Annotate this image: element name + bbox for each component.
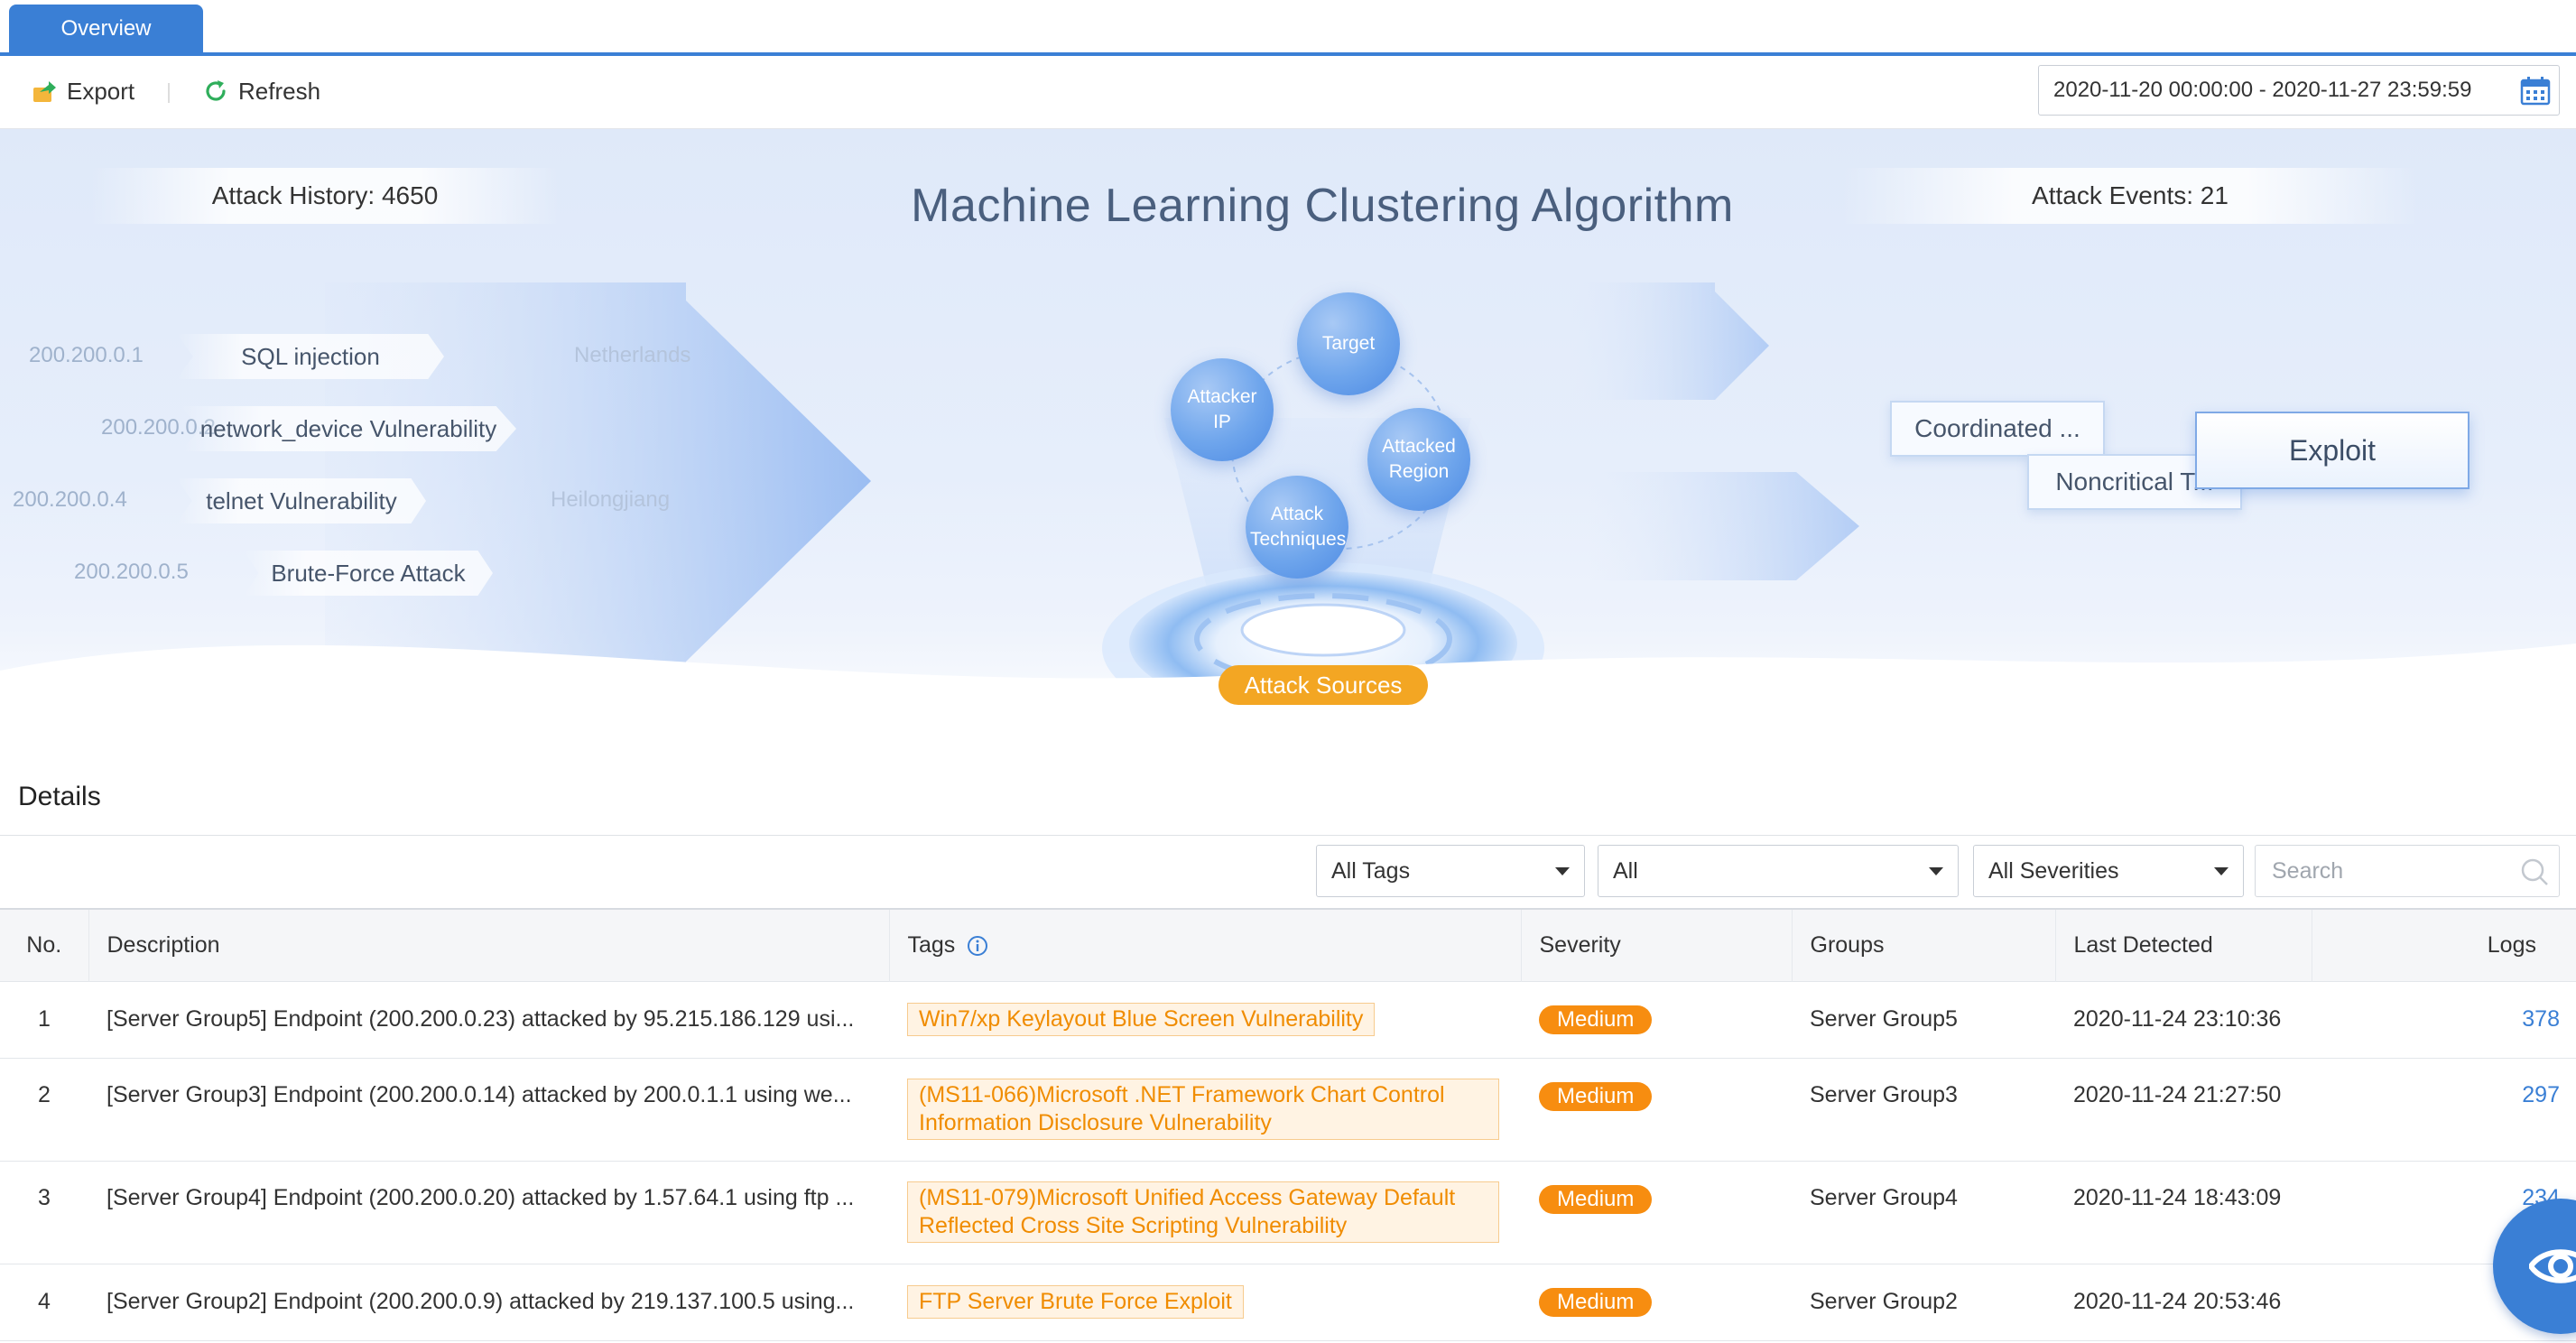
severity-filter-value: All Severities [1988, 857, 2119, 884]
event-exploit[interactable]: Exploit [2195, 412, 2469, 489]
region-label-4: Heilongjiang [551, 487, 671, 512]
attack-history-count: Attack History: 4650 [90, 168, 560, 224]
row-description[interactable]: [Server Group5] Endpoint (200.200.0.23) … [88, 981, 889, 1059]
column-header-severity[interactable]: Severity [1521, 909, 1793, 981]
column-header-tags-label: Tags [907, 931, 956, 958]
date-range-picker[interactable]: 2020-11-20 00:00:00 - 2020-11-27 23:59:5… [2038, 65, 2560, 116]
type-filter-select[interactable]: All [1598, 845, 1959, 897]
tab-bar: Overview [0, 0, 2576, 56]
row-severity: Medium [1521, 981, 1792, 1059]
row-description[interactable]: [Server Group3] Endpoint (200.200.0.14) … [88, 1058, 889, 1162]
severity-badge: Medium [1539, 1287, 1653, 1317]
row-group: Server Group5 [1792, 981, 2055, 1059]
toolbar-separator [168, 83, 170, 103]
row-severity: Medium [1521, 1058, 1792, 1162]
attacker-ip-1: 200.200.0.1 [29, 343, 144, 367]
table-row[interactable]: 4 [Server Group2] Endpoint (200.200.0.9)… [0, 1264, 2576, 1341]
details-table: No. Description Tags Severity Groups Las… [0, 908, 2576, 1341]
row-description[interactable]: [Server Group2] Endpoint (200.200.0.9) a… [88, 1264, 889, 1341]
column-header-tags[interactable]: Tags [889, 909, 1522, 981]
row-number: 4 [0, 1264, 88, 1341]
row-severity: Medium [1521, 1264, 1792, 1341]
row-last-detected: 2020-11-24 18:43:09 [2055, 1161, 2312, 1264]
row-tags: Win7/xp Keylayout Blue Screen Vulnerabil… [889, 981, 1521, 1059]
tags-filter-value: All Tags [1331, 857, 1411, 884]
export-icon [33, 81, 56, 102]
tab-overview-label: Overview [60, 15, 152, 41]
tags-filter-select[interactable]: All Tags [1316, 845, 1585, 897]
tag-label[interactable]: Win7/xp Keylayout Blue Screen Vulnerabil… [907, 1003, 1376, 1036]
attacker-ip-circle: Attacker IP [1171, 358, 1274, 461]
table-header-row: No. Description Tags Severity Groups Las… [0, 909, 2576, 981]
row-description[interactable]: [Server Group4] Endpoint (200.200.0.20) … [88, 1161, 889, 1264]
technique-chip-2: network_device Vulnerability [181, 406, 516, 451]
severity-filter-select[interactable]: All Severities [1973, 845, 2244, 897]
attacked-region-circle: Attacked Region [1367, 408, 1470, 511]
row-number: 1 [0, 981, 88, 1059]
tag-label[interactable]: (MS11-079)Microsoft Unified Access Gatew… [907, 1181, 1499, 1243]
column-header-last-detected[interactable]: Last Detected [2055, 909, 2312, 981]
row-group: Server Group2 [1792, 1264, 2055, 1341]
toolbar: Export Refresh 2020-11-20 00:00:00 - 202… [0, 56, 2576, 129]
attack-techniques-circle: Attack Techniques [1246, 476, 1348, 579]
region-label-1: Netherlands [574, 343, 691, 367]
table-row[interactable]: 3 [Server Group4] Endpoint (200.200.0.20… [0, 1161, 2576, 1264]
refresh-label: Refresh [238, 77, 321, 105]
technique-chip-1: SQL injection [177, 334, 444, 379]
refresh-button[interactable]: Refresh [202, 70, 320, 112]
clustering-visualization: Attack History: 4650 Attack Events: 21 M… [0, 129, 2576, 752]
attack-events-count: Attack Events: 21 [1841, 168, 2419, 224]
refresh-icon [206, 80, 226, 101]
column-header-description[interactable]: Description [88, 909, 890, 981]
calendar-icon[interactable] [2519, 75, 2552, 107]
search-input[interactable] [2270, 857, 2508, 885]
target-circle: Target [1297, 292, 1400, 395]
info-icon[interactable] [967, 935, 988, 957]
technique-chip-5: Brute-Force Attack [244, 551, 493, 596]
technique-chip-4: telnet Vulnerability [177, 478, 426, 523]
row-last-detected: 2020-11-24 23:10:36 [2055, 981, 2312, 1059]
column-header-groups[interactable]: Groups [1792, 909, 2056, 981]
attack-sources-badge: Attack Sources [1219, 665, 1428, 705]
search-box[interactable] [2255, 845, 2560, 897]
row-group: Server Group3 [1792, 1058, 2055, 1162]
search-icon[interactable] [2519, 857, 2550, 887]
row-tags: (MS11-079)Microsoft Unified Access Gatew… [889, 1161, 1521, 1264]
column-header-no[interactable]: No. [0, 909, 89, 981]
eye-icon [2529, 1249, 2576, 1283]
hero-title: Machine Learning Clustering Algorithm [911, 180, 1734, 232]
row-last-detected: 2020-11-24 21:27:50 [2055, 1058, 2312, 1162]
tag-label[interactable]: (MS11-066)Microsoft .NET Framework Chart… [907, 1079, 1499, 1140]
attacker-ip-5: 200.200.0.5 [74, 560, 189, 584]
severity-badge: Medium [1539, 1005, 1653, 1034]
row-number: 3 [0, 1161, 88, 1264]
event-coordinated[interactable]: Coordinated ... [1890, 401, 2105, 457]
type-filter-value: All [1613, 857, 1638, 884]
chevron-down-icon [2214, 867, 2229, 875]
row-logs-link[interactable]: 297 [2312, 1058, 2576, 1162]
severity-badge: Medium [1539, 1184, 1653, 1214]
row-severity: Medium [1521, 1161, 1792, 1264]
row-logs-link[interactable]: 378 [2312, 981, 2576, 1059]
row-group: Server Group4 [1792, 1161, 2055, 1264]
row-tags: (MS11-066)Microsoft .NET Framework Chart… [889, 1058, 1521, 1162]
attacker-ip-4: 200.200.0.4 [13, 487, 127, 512]
row-number: 2 [0, 1058, 88, 1162]
export-label: Export [67, 77, 135, 105]
row-last-detected: 2020-11-24 20:53:46 [2055, 1264, 2312, 1341]
chevron-down-icon [1555, 867, 1570, 875]
export-button[interactable]: Export [31, 70, 134, 112]
severity-badge: Medium [1539, 1081, 1653, 1111]
row-tags: FTP Server Brute Force Exploit [889, 1264, 1521, 1341]
date-range-value: 2020-11-20 00:00:00 - 2020-11-27 23:59:5… [2053, 78, 2472, 102]
chevron-down-icon [1929, 867, 1943, 875]
tab-overview[interactable]: Overview [9, 5, 203, 52]
column-header-logs[interactable]: Logs [2312, 909, 2576, 981]
table-row[interactable]: 1 [Server Group5] Endpoint (200.200.0.23… [0, 981, 2576, 1059]
tag-label[interactable]: FTP Server Brute Force Exploit [907, 1285, 1244, 1319]
details-title: Details [18, 782, 101, 811]
details-divider [0, 835, 2576, 836]
table-row[interactable]: 2 [Server Group3] Endpoint (200.200.0.14… [0, 1058, 2576, 1162]
